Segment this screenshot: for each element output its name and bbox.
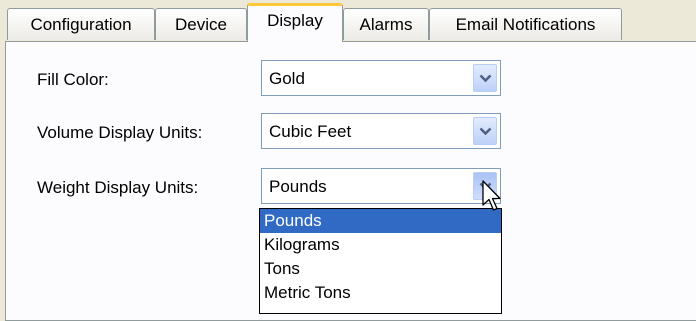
tab-display[interactable]: Display xyxy=(247,3,343,42)
weight-display-units-value: Pounds xyxy=(269,177,327,196)
fill-color-label: Fill Color: xyxy=(37,70,109,89)
tab-label: Configuration xyxy=(30,15,132,34)
chevron-down-icon xyxy=(479,127,492,136)
dropdown-option-pounds[interactable]: Pounds xyxy=(260,209,501,233)
chevron-down-icon xyxy=(479,74,492,83)
weight-units-dropdown-list: Pounds Kilograms Tons Metric Tons xyxy=(259,208,502,314)
dropdown-option-kilograms[interactable]: Kilograms xyxy=(260,233,501,257)
tab-label: Alarms xyxy=(359,15,413,34)
volume-display-units-label: Volume Display Units: xyxy=(37,123,203,142)
tab-email-notifications[interactable]: Email Notifications xyxy=(429,8,622,40)
tab-alarms[interactable]: Alarms xyxy=(343,8,429,40)
tab-strip: Configuration Device Display Alarms Emai… xyxy=(0,0,696,42)
fill-color-value: Gold xyxy=(269,69,305,88)
tab-label: Display xyxy=(267,11,323,30)
tab-label: Device xyxy=(175,15,227,34)
tab-configuration[interactable]: Configuration xyxy=(7,8,155,40)
volume-units-dropdown-button[interactable] xyxy=(473,117,497,145)
fill-color-select[interactable]: Gold xyxy=(261,60,501,96)
volume-display-units-value: Cubic Feet xyxy=(269,122,352,141)
dropdown-option-metric-tons[interactable]: Metric Tons xyxy=(260,281,501,305)
dropdown-option-tons[interactable]: Tons xyxy=(260,257,501,281)
weight-display-units-select[interactable]: Pounds xyxy=(261,168,501,204)
tab-device[interactable]: Device xyxy=(155,8,247,40)
volume-display-units-select[interactable]: Cubic Feet xyxy=(261,113,501,149)
fill-color-dropdown-button[interactable] xyxy=(473,64,497,92)
tab-label: Email Notifications xyxy=(455,15,596,34)
weight-display-units-label: Weight Display Units: xyxy=(37,178,199,197)
mouse-pointer-icon xyxy=(482,180,501,211)
